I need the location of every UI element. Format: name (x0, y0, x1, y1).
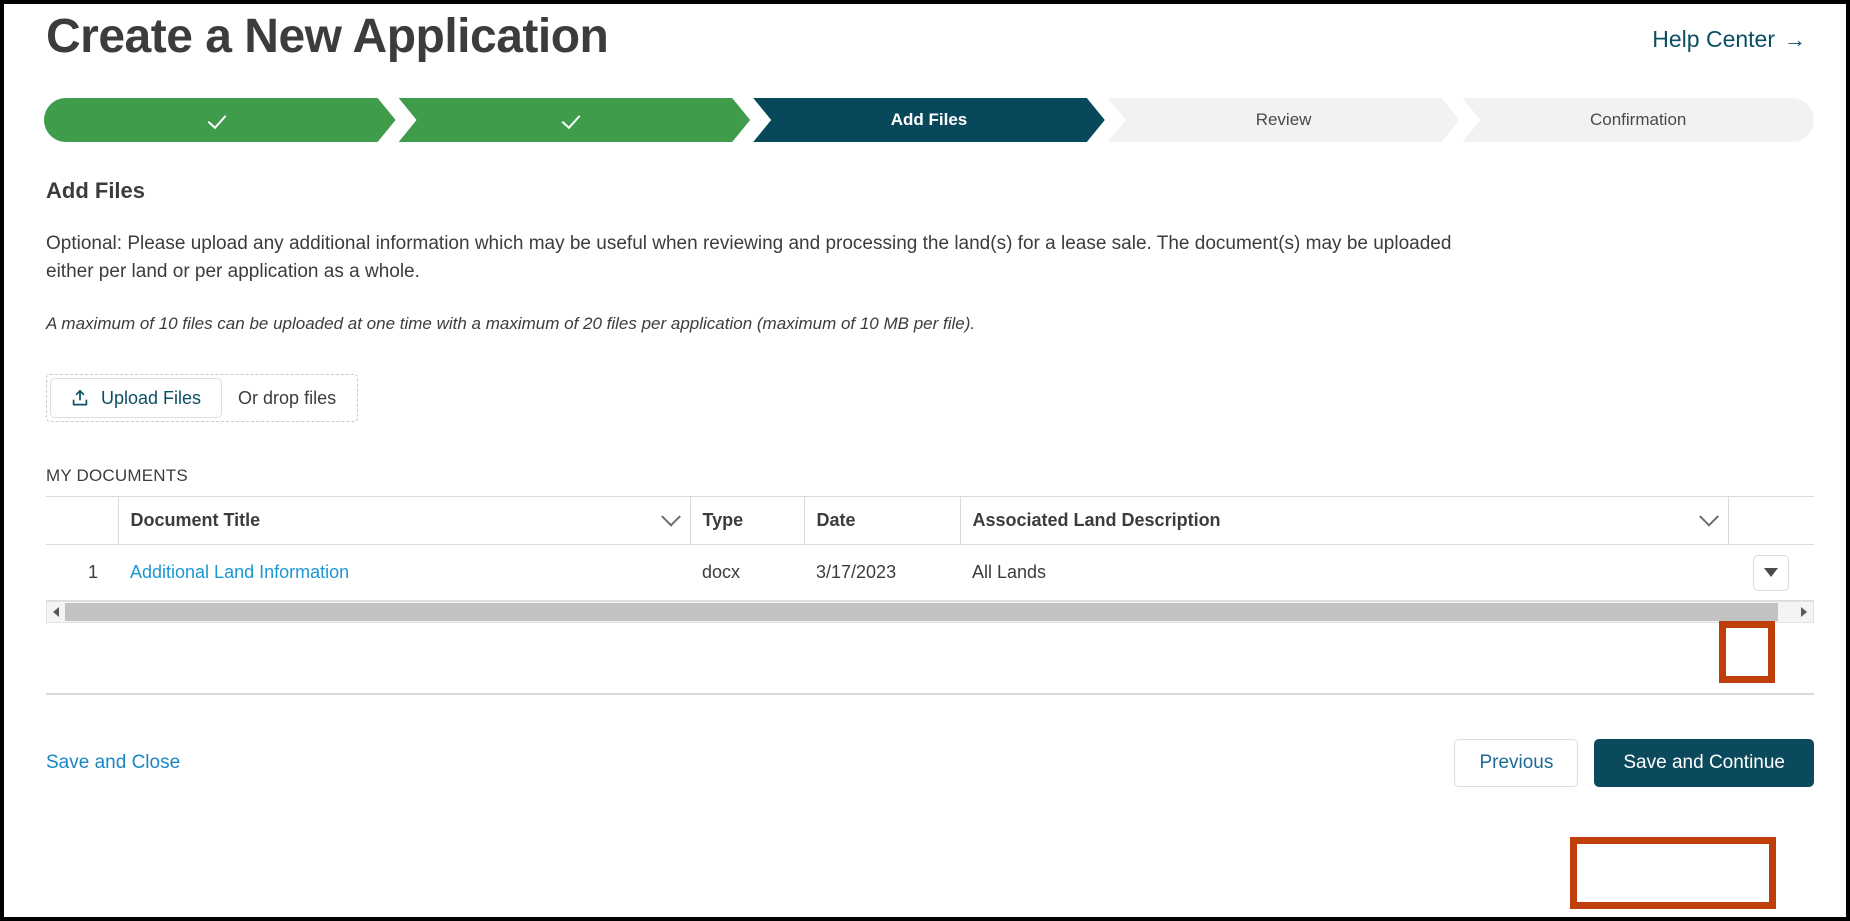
table-body: 1 Additional Land Information docx 3/17/… (46, 544, 1814, 602)
cell-date: 3/17/2023 (804, 544, 960, 602)
section-description: Optional: Please upload any additional i… (46, 233, 1452, 283)
section-title: Add Files (46, 178, 146, 203)
chevron-down-icon (1764, 568, 1778, 578)
document-title-link[interactable]: Additional Land Information (130, 562, 349, 582)
check-icon (209, 109, 231, 131)
step-label: Confirmation (1589, 110, 1687, 129)
column-date-label: Date (816, 510, 856, 531)
page-footer: Save and Close Previous Save and Continu… (46, 739, 1814, 788)
table-row: 1 Additional Land Information docx 3/17/… (46, 544, 1814, 602)
step-1-completed[interactable] (44, 98, 396, 142)
chevron-down-icon[interactable] (1698, 506, 1719, 527)
upload-files-button[interactable]: Upload Files (50, 378, 223, 419)
step-3-add-files[interactable]: Add Files (753, 98, 1105, 142)
file-limit-note: A maximum of 10 files can be uploaded at… (46, 314, 976, 334)
scroll-right-icon[interactable] (1795, 602, 1813, 622)
application-page: Create a New Application Help Center → A… (0, 0, 1850, 921)
table-horizontal-scrollbar[interactable] (46, 601, 1814, 624)
upload-icon (71, 389, 89, 407)
page-inner: Create a New Application Help Center → A… (4, 4, 1846, 917)
drop-files-text: Or drop files (238, 387, 337, 408)
cell-row-actions (1728, 544, 1814, 602)
main-content: Add Files Optional: Please upload any ad… (44, 178, 1814, 788)
column-row-actions (1728, 496, 1814, 546)
step-label: Review (1255, 110, 1312, 129)
footer-actions: Previous Save and Continue (1454, 739, 1814, 788)
save-and-close-link[interactable]: Save and Close (46, 752, 180, 774)
my-documents-label: MY DOCUMENTS (46, 466, 188, 486)
column-associated-land-description-label: Associated Land Description (972, 510, 1221, 531)
row-index: 1 (46, 544, 118, 602)
check-icon (563, 109, 585, 131)
progress-steps: Add Files Review Confirmation (44, 98, 1814, 142)
help-center-label: Help Center (1652, 26, 1775, 52)
previous-button[interactable]: Previous (1454, 739, 1579, 788)
page-title: Create a New Application (46, 10, 609, 63)
help-center-link[interactable]: Help Center → (1652, 26, 1806, 53)
column-document-title-label: Document Title (130, 510, 261, 531)
step-5-confirmation[interactable]: Confirmation (1462, 98, 1814, 142)
scrollbar-track[interactable] (65, 602, 1795, 622)
step-label: Add Files (890, 110, 968, 129)
cell-land-description: All Lands (960, 544, 1728, 602)
column-date[interactable]: Date (804, 496, 961, 546)
column-associated-land-description[interactable]: Associated Land Description (960, 496, 1729, 546)
scroll-left-icon[interactable] (47, 602, 65, 622)
table-header-row: Document Title Type Date Associated Land… (46, 496, 1814, 546)
column-type[interactable]: Type (690, 496, 805, 546)
cell-type: docx (690, 544, 804, 602)
documents-table: Document Title Type Date Associated Land… (46, 496, 1814, 602)
cell-document-title: Additional Land Information (118, 544, 690, 602)
column-type-label: Type (702, 510, 744, 531)
row-actions-dropdown-button[interactable] (1753, 554, 1789, 591)
save-and-continue-button[interactable]: Save and Continue (1594, 739, 1814, 788)
column-index (46, 496, 119, 546)
footer-divider (46, 693, 1814, 696)
step-2-completed[interactable] (399, 98, 751, 142)
upload-files-label: Upload Files (101, 387, 202, 408)
scrollbar-thumb[interactable] (65, 603, 1778, 622)
step-4-review[interactable]: Review (1108, 98, 1460, 142)
file-dropzone[interactable]: Upload Files Or drop files (46, 374, 359, 423)
page-header: Create a New Application Help Center → (44, 4, 1806, 96)
chevron-down-icon[interactable] (660, 506, 681, 527)
annotation-highlight-save-and-continue (1570, 837, 1776, 909)
arrow-right-icon: → (1784, 26, 1806, 52)
column-document-title[interactable]: Document Title (118, 496, 691, 546)
table-header: Document Title Type Date Associated Land… (46, 496, 1814, 546)
